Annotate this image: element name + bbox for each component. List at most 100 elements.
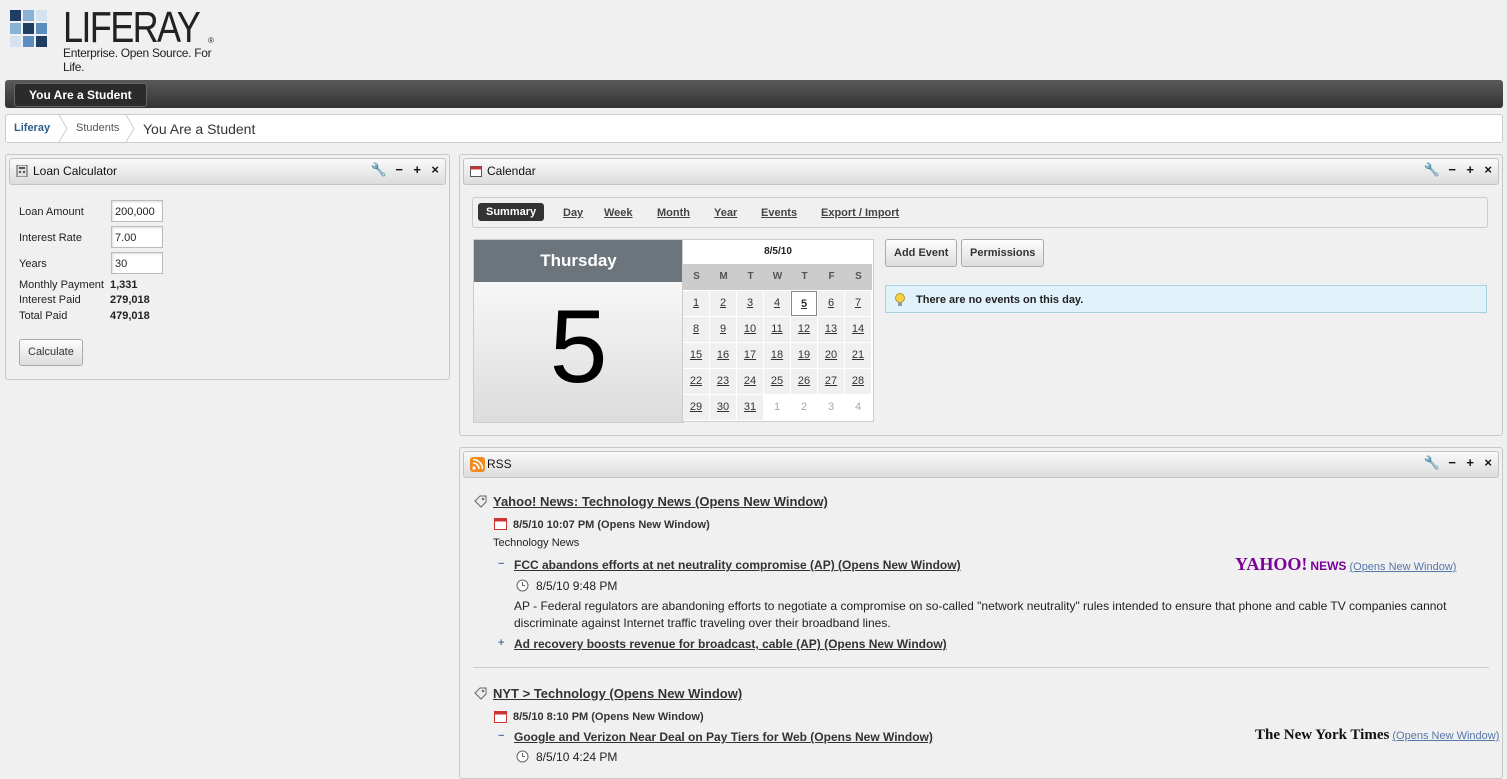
- weekday-name: Thursday: [474, 240, 683, 282]
- calendar-day[interactable]: 23: [710, 369, 736, 394]
- liferay-logo[interactable]: LIFERAY ® Enterprise. Open Source. For L…: [6, 6, 226, 74]
- calendar-date-icon: [494, 518, 507, 530]
- total-paid-value: 479,018: [110, 310, 150, 322]
- clock-icon: [516, 750, 529, 763]
- feed-title-nyt[interactable]: NYT > Technology (Opens New Window): [493, 686, 742, 701]
- years-input[interactable]: 30: [111, 252, 163, 274]
- portlet-title-bar: Loan Calculator 🔧 − + ×: [9, 158, 446, 185]
- loan-amount-input[interactable]: 200,000: [111, 200, 163, 222]
- calendar-portlet: Calendar 🔧 − + × Summary Day Week Month …: [459, 154, 1503, 436]
- weekday-header: T: [737, 264, 764, 290]
- calendar-day-next-month: 2: [791, 395, 817, 420]
- nav-tab-you-are-a-student[interactable]: You Are a Student: [14, 83, 147, 107]
- wrench-icon[interactable]: 🔧: [371, 162, 387, 178]
- portlet-title-bar: Calendar 🔧 − + ×: [463, 158, 1499, 185]
- minimize-icon[interactable]: −: [395, 162, 403, 177]
- monthly-payment-value: 1,331: [110, 279, 138, 291]
- yahoo-news-logo[interactable]: YAHOO! NEWS (Opens New Window): [1235, 554, 1456, 575]
- calendar-day[interactable]: 7: [845, 291, 871, 316]
- item-date: 8/5/10 9:48 PM: [536, 579, 618, 593]
- tab-export-import[interactable]: Export / Import: [821, 207, 899, 219]
- calendar-day[interactable]: 30: [710, 395, 736, 420]
- tab-events[interactable]: Events: [761, 207, 797, 219]
- calendar-day[interactable]: 4: [764, 291, 790, 316]
- weekday-header: S: [845, 264, 872, 290]
- add-event-button[interactable]: Add Event: [885, 239, 958, 267]
- breadcrumb-liferay[interactable]: Liferay: [14, 122, 50, 134]
- calendar-day[interactable]: 20: [818, 343, 844, 368]
- feed-item-fcc[interactable]: FCC abandons efforts at net neutrality c…: [514, 558, 961, 572]
- calculate-button[interactable]: Calculate: [19, 339, 83, 366]
- calendar-day[interactable]: 6: [818, 291, 844, 316]
- calendar-day[interactable]: 12: [791, 317, 817, 342]
- calendar-day[interactable]: 25: [764, 369, 790, 394]
- feed-date[interactable]: 8/5/10 10:07 PM (Opens New Window): [513, 519, 710, 531]
- portlet-title: Calendar: [487, 164, 536, 178]
- calendar-day[interactable]: 15: [683, 343, 709, 368]
- breadcrumb-students[interactable]: Students: [76, 122, 119, 134]
- day-number: 5: [549, 289, 608, 405]
- minimize-icon[interactable]: −: [1448, 162, 1456, 177]
- expand-icon[interactable]: +: [498, 637, 504, 649]
- feed-description: Technology News: [493, 537, 580, 549]
- calendar-day[interactable]: 13: [818, 317, 844, 342]
- calendar-day[interactable]: 29: [683, 395, 709, 420]
- tag-icon: [474, 495, 487, 508]
- item-summary: AP - Federal regulators are abandoning e…: [514, 599, 1447, 630]
- loan-calculator-portlet: Loan Calculator 🔧 − + × Loan Amount 200,…: [5, 154, 450, 380]
- tab-year[interactable]: Year: [714, 207, 737, 219]
- close-icon[interactable]: ×: [431, 162, 439, 177]
- wrench-icon[interactable]: 🔧: [1424, 455, 1440, 471]
- breadcrumb-separator-icon: [58, 115, 68, 142]
- minimize-icon[interactable]: −: [1448, 455, 1456, 470]
- collapse-icon[interactable]: −: [498, 730, 504, 742]
- interest-rate-input[interactable]: 7.00: [111, 226, 163, 248]
- calendar-day[interactable]: 27: [818, 369, 844, 394]
- calendar-day[interactable]: 14: [845, 317, 871, 342]
- calendar-day[interactable]: 2: [710, 291, 736, 316]
- calendar-day[interactable]: 19: [791, 343, 817, 368]
- feed-title-yahoo[interactable]: Yahoo! News: Technology News (Opens New …: [493, 494, 828, 509]
- collapse-icon[interactable]: −: [498, 558, 504, 570]
- close-icon[interactable]: ×: [1484, 455, 1492, 470]
- tab-month[interactable]: Month: [657, 207, 690, 219]
- feed-date[interactable]: 8/5/10 8:10 PM (Opens New Window): [513, 711, 704, 723]
- calendar-day[interactable]: 24: [737, 369, 763, 394]
- calendar-day[interactable]: 5: [791, 291, 817, 316]
- calendar-date-icon: [494, 711, 507, 723]
- calendar-day[interactable]: 8: [683, 317, 709, 342]
- wrench-icon[interactable]: 🔧: [1424, 162, 1440, 178]
- rss-portlet: RSS 🔧 − + × Yahoo! News: Technology News…: [459, 447, 1503, 779]
- maximize-icon[interactable]: +: [413, 162, 421, 177]
- calendar-day[interactable]: 17: [737, 343, 763, 368]
- close-icon[interactable]: ×: [1484, 162, 1492, 177]
- calendar-day[interactable]: 26: [791, 369, 817, 394]
- weekday-header: W: [764, 264, 791, 290]
- calendar-day[interactable]: 18: [764, 343, 790, 368]
- selected-day-panel: Thursday 5: [473, 239, 684, 423]
- maximize-icon[interactable]: +: [1466, 162, 1474, 177]
- calendar-day[interactable]: 1: [683, 291, 709, 316]
- tab-summary[interactable]: Summary: [478, 203, 545, 221]
- monthly-payment-label: Monthly Payment: [19, 279, 104, 291]
- interest-rate-label: Interest Rate: [19, 232, 82, 244]
- calendar-day-next-month: 1: [764, 395, 790, 420]
- tab-week[interactable]: Week: [604, 207, 633, 219]
- permissions-button[interactable]: Permissions: [961, 239, 1045, 267]
- feed-item-ad-recovery[interactable]: Ad recovery boosts revenue for broadcast…: [514, 637, 947, 651]
- tab-day[interactable]: Day: [563, 207, 583, 219]
- maximize-icon[interactable]: +: [1466, 455, 1474, 470]
- calendar-day[interactable]: 16: [710, 343, 736, 368]
- rss-icon: [470, 457, 485, 472]
- feed-item-google-verizon[interactable]: Google and Verizon Near Deal on Pay Tier…: [514, 730, 933, 744]
- calendar-day[interactable]: 3: [737, 291, 763, 316]
- nyt-logo[interactable]: The New York Times (Opens New Window): [1255, 727, 1499, 744]
- feed-divider: [473, 667, 1489, 668]
- calendar-day[interactable]: 11: [764, 317, 790, 342]
- calendar-day[interactable]: 21: [845, 343, 871, 368]
- calendar-day[interactable]: 22: [683, 369, 709, 394]
- calendar-day[interactable]: 28: [845, 369, 871, 394]
- calendar-day[interactable]: 31: [737, 395, 763, 420]
- calendar-day[interactable]: 10: [737, 317, 763, 342]
- calendar-day[interactable]: 9: [710, 317, 736, 342]
